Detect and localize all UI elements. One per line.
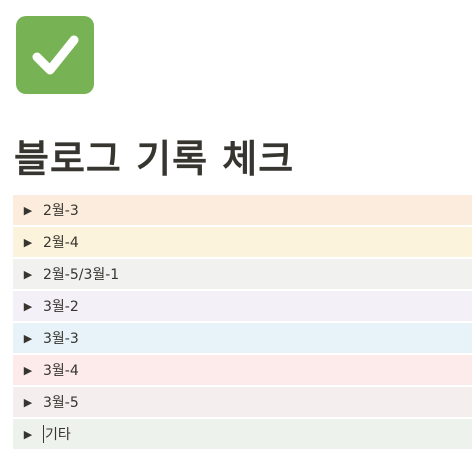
toggle-block-mar-2[interactable]: ▶ 3월-2 [13, 291, 472, 321]
toggle-block-mar-3[interactable]: ▶ 3월-3 [13, 323, 472, 353]
toggle-arrow-icon[interactable]: ▶ [13, 396, 43, 409]
toggle-arrow-icon[interactable]: ▶ [13, 300, 43, 313]
toggle-label[interactable]: 3월-4 [43, 360, 79, 380]
toggle-list: ▶ 2월-3 ▶ 2월-4 ▶ 2월-5/3월-1 ▶ 3월-2 ▶ 3월-3 … [13, 195, 472, 451]
toggle-label[interactable]: 3월-3 [43, 328, 79, 348]
toggle-label[interactable]: 기타 [45, 424, 71, 444]
toggle-label[interactable]: 2월-5/3월-1 [43, 264, 119, 284]
page-title[interactable]: 블로그 기록 체크 [14, 134, 294, 184]
toggle-label[interactable]: 2월-4 [43, 232, 79, 252]
toggle-arrow-icon[interactable]: ▶ [13, 268, 43, 281]
checkmark-glyph [32, 35, 79, 75]
toggle-label[interactable]: 2월-3 [43, 200, 79, 220]
toggle-arrow-icon[interactable]: ▶ [13, 204, 43, 217]
checkmark-icon[interactable] [16, 16, 94, 94]
toggle-arrow-icon[interactable]: ▶ [13, 332, 43, 345]
toggle-block-mar-5[interactable]: ▶ 3월-5 [13, 387, 472, 417]
toggle-block-etc[interactable]: ▶ 기타 [13, 419, 472, 449]
toggle-block-feb-4[interactable]: ▶ 2월-4 [13, 227, 472, 257]
toggle-block-feb-3[interactable]: ▶ 2월-3 [13, 195, 472, 225]
toggle-label[interactable]: 3월-5 [43, 392, 79, 412]
toggle-block-mar-4[interactable]: ▶ 3월-4 [13, 355, 472, 385]
toggle-arrow-icon[interactable]: ▶ [13, 428, 43, 441]
toggle-block-feb-5-mar-1[interactable]: ▶ 2월-5/3월-1 [13, 259, 472, 289]
toggle-label[interactable]: 3월-2 [43, 296, 79, 316]
text-cursor [43, 425, 44, 443]
toggle-arrow-icon[interactable]: ▶ [13, 364, 43, 377]
toggle-arrow-icon[interactable]: ▶ [13, 236, 43, 249]
